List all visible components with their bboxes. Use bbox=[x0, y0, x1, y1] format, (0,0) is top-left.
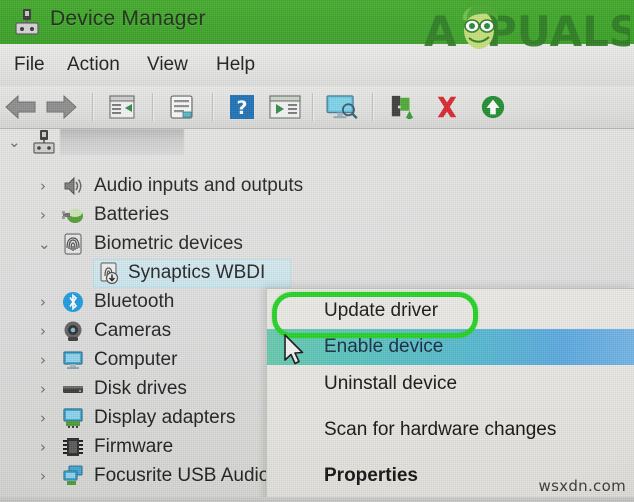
tree-item-label: Disk drives bbox=[94, 378, 187, 399]
toolbar-separator bbox=[212, 93, 213, 121]
toolbar: ? bbox=[0, 86, 634, 129]
tree-item-biometric-devices[interactable]: ⌄ Biometric devices bbox=[0, 230, 300, 258]
chevron-right-icon[interactable]: › bbox=[40, 346, 46, 374]
disk-drive-icon bbox=[63, 386, 83, 393]
tree-item-root[interactable]: ⌄ bbox=[0, 128, 300, 156]
tree-item-disk-drives[interactable]: › Disk drives bbox=[0, 375, 300, 403]
tree-item-bluetooth[interactable]: › Bluetooth bbox=[0, 288, 300, 316]
forward-arrow-icon[interactable] bbox=[44, 94, 78, 120]
scan-hardware-changes-icon[interactable] bbox=[268, 94, 302, 120]
tree-item-cameras[interactable]: › Cameras bbox=[0, 317, 300, 345]
speaker-icon bbox=[64, 176, 82, 196]
chevron-right-icon[interactable]: › bbox=[40, 375, 46, 403]
tree-item-label: Cameras bbox=[94, 320, 172, 341]
back-arrow-icon[interactable] bbox=[4, 94, 38, 120]
menu-file[interactable]: File bbox=[10, 52, 49, 78]
context-menu-item-label: Properties bbox=[324, 465, 418, 486]
mouse-pointer-icon bbox=[284, 334, 304, 365]
show-hide-console-tree-icon[interactable] bbox=[108, 94, 136, 120]
device-manager-icon bbox=[15, 9, 39, 35]
redacted-computer-name bbox=[60, 129, 184, 155]
window-titlebar: Device Manager bbox=[0, 0, 634, 44]
update-driver-monitor-icon[interactable] bbox=[322, 94, 360, 120]
computer-root-icon bbox=[33, 130, 55, 154]
biometric-device-disabled-icon bbox=[100, 262, 119, 284]
context-menu-item-scan-for-hardware-changes[interactable]: Scan for hardware changes bbox=[267, 412, 634, 448]
uninstall-device-icon[interactable] bbox=[432, 94, 462, 120]
tree-item-display-adapters[interactable]: › Display adapters bbox=[0, 404, 300, 432]
menu-bar: File Action View Help bbox=[0, 44, 634, 87]
context-menu-separator bbox=[267, 403, 634, 404]
toolbar-separator bbox=[372, 93, 373, 121]
tree-item-label: Bluetooth bbox=[94, 291, 175, 312]
help-icon[interactable]: ? bbox=[228, 94, 256, 120]
chevron-right-icon[interactable]: › bbox=[40, 404, 46, 432]
tree-item-audio-inputs-and-outputs[interactable]: › Audio inputs and outputs bbox=[0, 172, 304, 200]
battery-icon bbox=[62, 209, 83, 223]
chevron-down-icon[interactable]: ⌄ bbox=[38, 230, 51, 258]
chevron-right-icon[interactable]: › bbox=[40, 288, 46, 316]
chevron-right-icon[interactable]: › bbox=[40, 201, 46, 229]
context-menu-item-uninstall-device[interactable]: Uninstall device bbox=[267, 366, 634, 402]
toolbar-separator bbox=[312, 93, 313, 121]
menu-help[interactable]: Help bbox=[212, 52, 259, 78]
menu-action[interactable]: Action bbox=[63, 52, 124, 78]
svg-text:?: ? bbox=[236, 97, 247, 119]
update-driver-annotation-ring bbox=[272, 292, 478, 338]
context-menu-separator bbox=[267, 449, 634, 450]
tree-item-label: Firmware bbox=[94, 436, 174, 457]
window-title: Device Manager bbox=[50, 7, 206, 30]
fingerprint-icon bbox=[64, 233, 82, 255]
tree-item-batteries[interactable]: › Batteries bbox=[0, 201, 300, 229]
chevron-right-icon[interactable]: › bbox=[40, 317, 46, 345]
chevron-right-icon[interactable]: › bbox=[40, 433, 46, 461]
display-adapter-icon bbox=[63, 408, 83, 428]
add-legacy-hardware-icon[interactable] bbox=[388, 94, 418, 120]
tree-item-label: Audio inputs and outputs bbox=[94, 175, 304, 196]
firmware-chip-icon bbox=[63, 438, 83, 456]
tree-item-label: Display adapters bbox=[94, 407, 236, 428]
usb-audio-icon bbox=[63, 465, 83, 485]
computer-icon bbox=[63, 351, 83, 369]
tree-item-label: Computer bbox=[94, 349, 178, 370]
tree-item-label: Focusrite USB Audio bbox=[94, 465, 270, 486]
properties-icon[interactable] bbox=[168, 94, 196, 120]
tree-item-synaptics-wbdi[interactable]: Synaptics WBDI bbox=[0, 259, 300, 288]
camera-icon bbox=[64, 321, 82, 341]
tree-item-label: Synaptics WBDI bbox=[128, 262, 266, 283]
site-watermark: wsxdn.com bbox=[538, 477, 626, 495]
chevron-down-icon[interactable]: ⌄ bbox=[8, 128, 21, 156]
context-menu-item-label: Uninstall device bbox=[324, 373, 458, 394]
tree-item-computer[interactable]: › Computer bbox=[0, 346, 300, 374]
menu-view[interactable]: View bbox=[143, 52, 192, 78]
tree-item-label: Biometric devices bbox=[94, 233, 243, 254]
context-menu-item-label: Scan for hardware changes bbox=[324, 419, 557, 440]
enable-device-icon[interactable] bbox=[478, 94, 508, 120]
chevron-right-icon[interactable]: › bbox=[40, 462, 46, 490]
toolbar-separator bbox=[152, 93, 153, 121]
tree-item-label: Batteries bbox=[94, 204, 169, 225]
tree-item-firmware[interactable]: › Firmware bbox=[0, 433, 300, 461]
tree-item-focusrite-usb-audio[interactable]: › Focusrite USB Audio bbox=[0, 462, 300, 490]
bluetooth-icon bbox=[63, 292, 83, 312]
toolbar-separator bbox=[92, 93, 93, 121]
chevron-right-icon[interactable]: › bbox=[40, 172, 46, 200]
screen-photo: Device Manager A PUALS File Action View … bbox=[0, 0, 634, 502]
status-bar bbox=[0, 497, 634, 502]
